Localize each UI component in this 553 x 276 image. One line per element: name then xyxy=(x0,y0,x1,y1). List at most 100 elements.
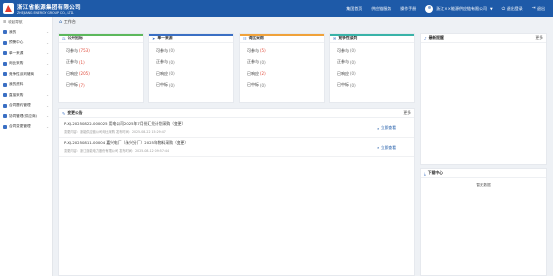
panel-download-center: ⤓ 下载中心 暂无数据 xyxy=(420,168,547,276)
send-icon: ➤ xyxy=(152,35,156,41)
collab-icon xyxy=(3,114,7,119)
nav-manual[interactable]: 操作手册 xyxy=(400,6,416,12)
list-icon: ☷ xyxy=(243,35,247,41)
company-name-en: ZHEJIANG ENERGY GROUP CO., LTD. xyxy=(17,10,75,15)
sidebar-item-profile[interactable]: 我的资料 xyxy=(0,80,52,91)
stat-available[interactable]: 可参与 (0) xyxy=(330,45,414,57)
stat-responded[interactable]: 已响应 (2) xyxy=(240,68,324,80)
more-link[interactable]: 更多 xyxy=(403,110,411,116)
chevron-down-icon: ▼ xyxy=(489,6,493,11)
edit-icon xyxy=(3,124,7,129)
chevron-down-icon: ⌄ xyxy=(46,72,49,77)
user-name: 浙江××能源供应链有限公司 xyxy=(436,5,487,11)
panel-title: 变更公告 xyxy=(67,110,83,115)
stat-participating[interactable]: 正参与 (0) xyxy=(240,57,324,69)
panel-title: 公开招标 xyxy=(67,35,83,40)
stat-responded[interactable]: 已响应 (0) xyxy=(330,68,414,80)
search-icon: ⌕ xyxy=(377,125,380,131)
home-icon[interactable]: ⌂ xyxy=(59,20,62,25)
stat-participating[interactable]: 正参与 (0) xyxy=(330,57,414,69)
sidebar-item-mine[interactable]: 我的 ⌄ xyxy=(0,27,52,38)
sidebar-item-direct-purchase[interactable]: 直接采购 ⌄ xyxy=(0,90,52,101)
profile-icon xyxy=(3,82,7,87)
panel-title: 询比采购 xyxy=(248,35,264,40)
menu-collapse-icon: ☰ xyxy=(3,20,7,24)
stat-available[interactable]: 可参与 (5) xyxy=(240,45,324,57)
chat-icon: ✉ xyxy=(333,35,337,41)
panel-title: 下载中心 xyxy=(427,170,443,175)
sidebar-item-negotiation[interactable]: 竞争性谈判磋商 ⌄ xyxy=(0,69,52,80)
logout-button[interactable]: ⏻ 退出登录 xyxy=(502,6,523,12)
panel-title: 单一来源 xyxy=(157,35,173,40)
chevron-down-icon: ⌄ xyxy=(46,114,49,119)
search-icon: ⌕ xyxy=(377,145,380,150)
panel-accent-bar xyxy=(149,34,233,36)
empty-state: 暂无数据 xyxy=(476,183,491,187)
chevron-down-icon: ⌄ xyxy=(46,40,49,45)
chevron-down-icon: ⌄ xyxy=(46,93,49,98)
logo-mark-icon xyxy=(3,3,14,14)
chevron-down-icon: ⌄ xyxy=(46,124,49,129)
stat-participating[interactable]: 正参与 (1) xyxy=(59,57,143,69)
list-item[interactable]: P-XJ-20250811-00004 嘉兴电厂（永兴分厂）2025年物料采购（… xyxy=(59,138,414,157)
panel-title: 最新提醒 xyxy=(428,35,444,40)
panel-single-source: ➤ 单一来源 可参与 (0) 正参与 (0) 已响应 (0) 已中标 (0) xyxy=(148,33,234,103)
notice-title[interactable]: P-XJ-20250822-000025 用电公司2025年7月份汇兑计划采购（… xyxy=(64,121,409,127)
company-name-cn: 浙江省能源集团有限公司 xyxy=(17,4,81,11)
stat-available[interactable]: 可参与 (753) xyxy=(59,45,143,57)
top-header: 浙江省能源集团有限公司 ZHEJIANG ENERGY GROUP CO., L… xyxy=(0,0,553,17)
exit-button[interactable]: ⇥ 退出 xyxy=(532,6,545,12)
panel-change-notices: ✎ 变更公告 更多 P-XJ-20250822-000025 用电公司2025年7月… xyxy=(58,108,415,276)
exit-icon: ⇥ xyxy=(531,6,536,11)
sidebar-item-single-source[interactable]: 单一来源 ⌄ xyxy=(0,48,52,59)
more-link[interactable]: 更多 xyxy=(535,35,543,41)
download-icon: ⤓ xyxy=(424,170,426,176)
sidebar-item-contract-change[interactable]: 合同变更管理 ⌄ xyxy=(0,122,52,133)
sidebar-item-warning[interactable]: 预警中心 ⌄ xyxy=(0,38,52,49)
stat-won[interactable]: 已中标 (7) xyxy=(59,80,143,92)
notice-title[interactable]: P-XJ-20250811-00004 嘉兴电厂（永兴分厂）2025年物料采购（… xyxy=(64,140,409,146)
panel-accent-bar xyxy=(240,34,324,36)
sidebar: ☰ 收起导航 我的 ⌄ 预警中心 ⌄ 单一来源 ⌄ 询比采购 ⌄ 竞争性谈判磋商 ⌄ 我的… xyxy=(0,17,53,276)
gavel-icon: ⚖ xyxy=(62,35,66,41)
chevron-down-icon: ⌄ xyxy=(46,30,49,35)
avatar xyxy=(425,4,434,13)
brand-logo[interactable]: 浙江省能源集团有限公司 ZHEJIANG ENERGY GROUP CO., L… xyxy=(0,3,130,15)
panel-latest-reminders: ♪ 最新提醒 更多 xyxy=(420,33,547,165)
panel-public-bidding: ⚖ 公开招标 可参与 (753) 正参与 (1) 已响应 (205) 已中标 (7) xyxy=(58,33,144,103)
user-menu[interactable]: 浙江××能源供应链有限公司 ▼ xyxy=(425,4,493,13)
nav-group-home[interactable]: 集团首页 xyxy=(346,6,362,12)
stat-responded[interactable]: 已响应 (0) xyxy=(149,68,233,80)
logout-icon: ⏻ xyxy=(501,6,506,12)
panel-accent-bar xyxy=(59,34,143,36)
document-icon xyxy=(3,61,7,66)
panel-competitive: ✉ 竞争性谈判 可参与 (0) 正参与 (0) 已响应 (0) 已中标 (0) xyxy=(329,33,415,103)
document-icon xyxy=(3,51,7,56)
sidebar-item-collab[interactable]: 协同管理(供应商) ⌄ xyxy=(0,111,52,122)
stat-won[interactable]: 已中标 (0) xyxy=(149,80,233,92)
warning-icon xyxy=(3,40,7,45)
stat-won[interactable]: 已中标 (0) xyxy=(240,80,324,92)
breadcrumb-workbench[interactable]: 工作台 xyxy=(64,19,76,25)
chevron-down-icon: ⌄ xyxy=(46,51,49,56)
collapse-nav-button[interactable]: ☰ 收起导航 xyxy=(0,17,52,27)
stat-responded[interactable]: 已响应 (205) xyxy=(59,68,143,80)
list-item[interactable]: P-XJ-20250822-000025 用电公司2025年7月份汇兑计划采购（… xyxy=(59,118,414,138)
panel-accent-bar xyxy=(330,34,414,36)
document-icon xyxy=(3,72,7,77)
nav-supply-chain[interactable]: 供应链服务 xyxy=(371,6,391,12)
user-icon xyxy=(3,30,7,35)
chevron-down-icon: ⌄ xyxy=(46,61,49,66)
stat-available[interactable]: 可参与 (0) xyxy=(149,45,233,57)
notice-meta: 变更内容：浙江浙能电力股份有限公司 发布时间：2025-08-12 09:57:… xyxy=(64,149,169,153)
sidebar-item-inquiry[interactable]: 询比采购 ⌄ xyxy=(0,59,52,70)
bell-icon: ♪ xyxy=(424,35,427,41)
sidebar-item-contract[interactable]: 合同履约管理 ⌄ xyxy=(0,101,52,112)
notice-meta: 变更内容：浙能供应链公司询比采购 发布时间：2025-08-22 15:29:4… xyxy=(64,129,166,134)
breadcrumb: ⌂ 工作台 xyxy=(55,17,553,27)
stat-participating[interactable]: 正参与 (0) xyxy=(149,57,233,69)
panel-inquiry: ☷ 询比采购 可参与 (5) 正参与 (0) 已响应 (2) 已中标 (0) xyxy=(239,33,325,103)
stat-won[interactable]: 已中标 (0) xyxy=(330,80,414,92)
view-now-button[interactable]: ⌕ 立即查看 xyxy=(377,125,396,131)
view-now-button[interactable]: ⌕ 立即查看 xyxy=(377,145,396,151)
